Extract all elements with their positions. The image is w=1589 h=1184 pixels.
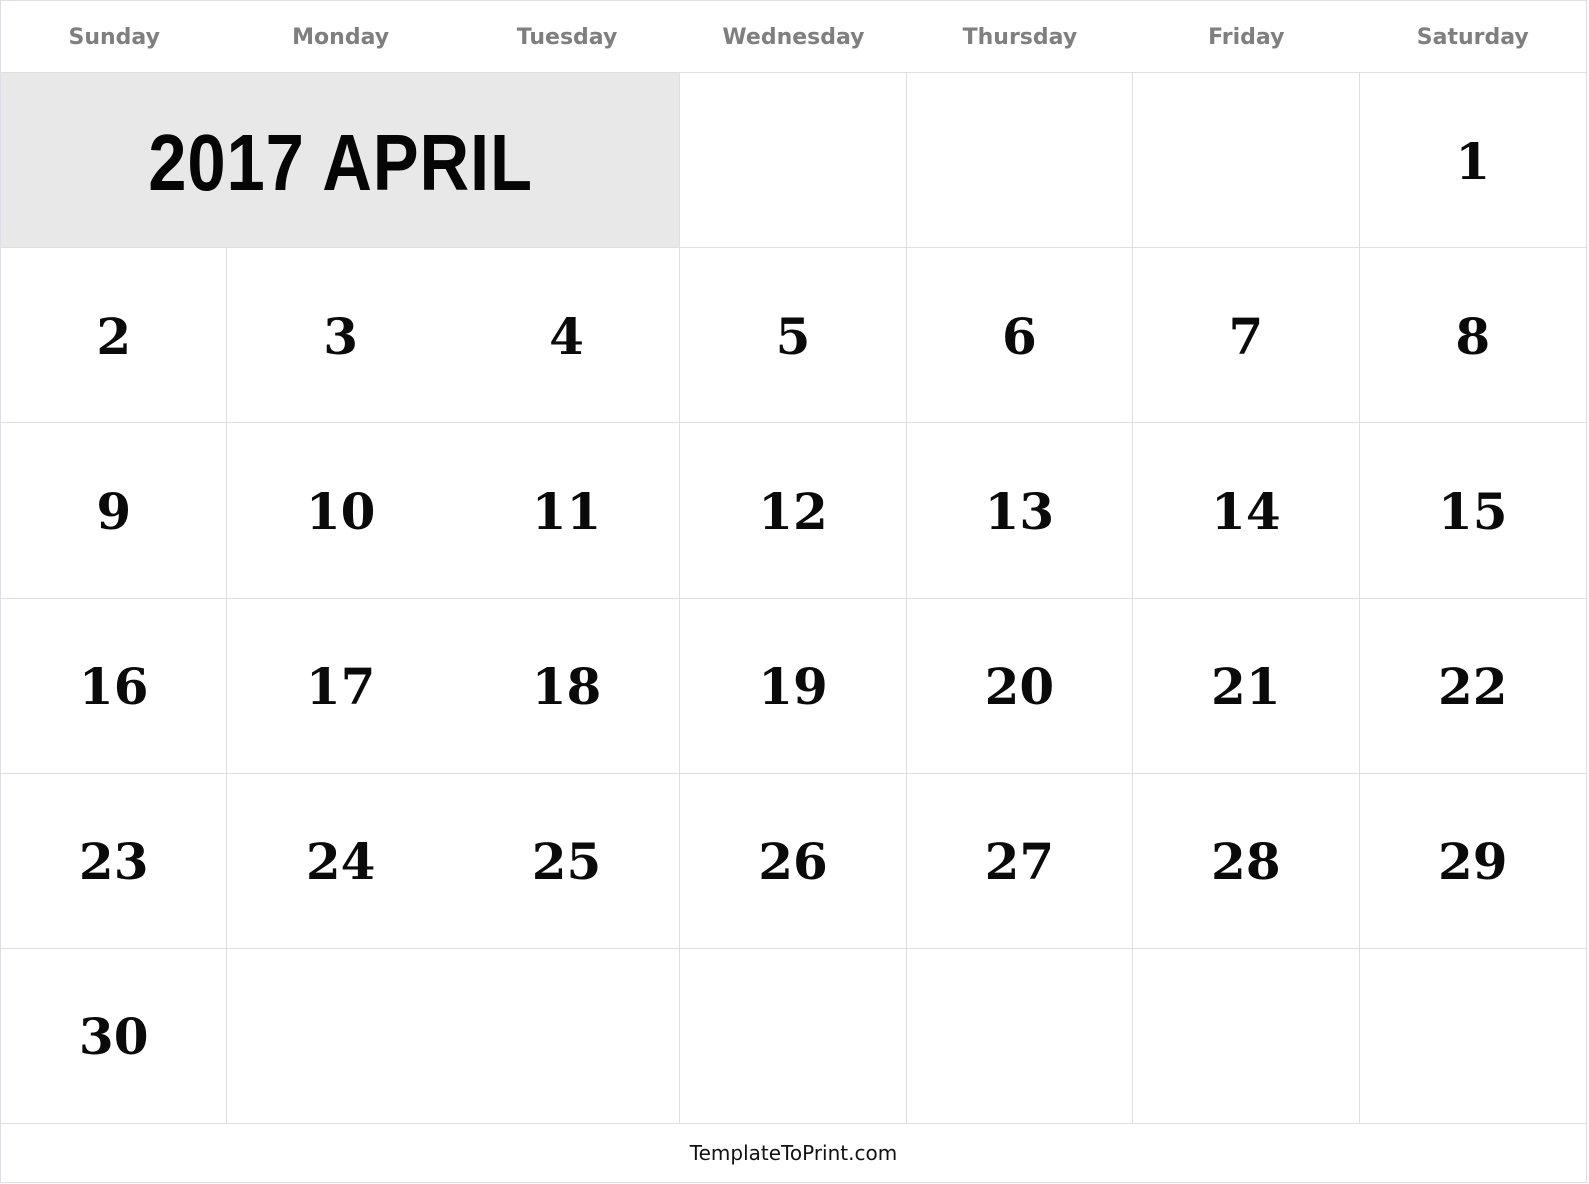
weekday-monday: Monday: [292, 25, 390, 50]
day-cell: 20: [906, 598, 1134, 774]
day-cell: 26: [680, 773, 907, 949]
day-cell: 9: [1, 423, 228, 599]
day-cell: 11: [453, 423, 681, 599]
empty-day-cell: [227, 949, 454, 1124]
empty-day-cell: [680, 948, 907, 1124]
day-cell: 10: [227, 423, 454, 599]
month-title-cell: 2017 APRIL: [1, 73, 681, 249]
day-cell: 18: [453, 598, 681, 774]
empty-day-cell: [1133, 73, 1360, 249]
day-cell: 13: [906, 423, 1134, 599]
empty-day-cell: [1359, 949, 1586, 1124]
day-cell: 27: [906, 773, 1134, 949]
day-cell: 16: [1, 598, 228, 774]
day-cell: 4: [453, 248, 681, 424]
empty-day-cell: [906, 73, 1134, 249]
weekday-header-row: Sunday Monday Tuesday Wednesday Thursday…: [1, 1, 1586, 73]
day-cell: 3: [227, 248, 454, 424]
day-cell: 21: [1133, 598, 1360, 774]
day-cell: 6: [906, 248, 1134, 424]
day-cell: 19: [680, 598, 907, 774]
day-cell: 23: [1, 773, 228, 949]
day-cell: 5: [680, 248, 907, 424]
calendar-grid: 2017 APRIL 1 2 3 4 5 6 7 8 9 10 11 12 13…: [1, 73, 1586, 1124]
empty-day-cell: [906, 948, 1134, 1124]
day-cell: 1: [1359, 73, 1586, 249]
empty-day-cell: [1133, 948, 1360, 1124]
day-cell: 15: [1359, 423, 1586, 599]
empty-day-cell: [453, 948, 681, 1124]
weekday-tuesday: Tuesday: [516, 25, 618, 50]
weekday-saturday: Saturday: [1416, 25, 1529, 50]
day-cell: 28: [1133, 773, 1360, 949]
day-cell: 30: [1, 948, 228, 1124]
footer-credit: TemplateToPrint.com: [689, 1141, 898, 1165]
day-cell: 7: [1133, 248, 1360, 424]
calendar: Sunday Monday Tuesday Wednesday Thursday…: [0, 0, 1587, 1183]
day-cell: 29: [1359, 774, 1586, 949]
day-cell: 22: [1359, 599, 1586, 774]
day-cell: 17: [227, 599, 454, 774]
day-cell: 2: [1, 248, 228, 424]
day-cell: 8: [1359, 248, 1586, 424]
weekday-thursday: Thursday: [962, 25, 1078, 50]
month-title: 2017 APRIL: [147, 118, 533, 208]
empty-day-cell: [680, 73, 907, 249]
weekday-friday: Friday: [1208, 25, 1285, 50]
weekday-wednesday: Wednesday: [722, 25, 865, 50]
day-cell: 14: [1133, 423, 1360, 599]
weekday-sunday: Sunday: [68, 25, 160, 50]
day-cell: 12: [680, 423, 907, 599]
day-cell: 24: [227, 774, 454, 949]
day-cell: 25: [453, 773, 681, 949]
